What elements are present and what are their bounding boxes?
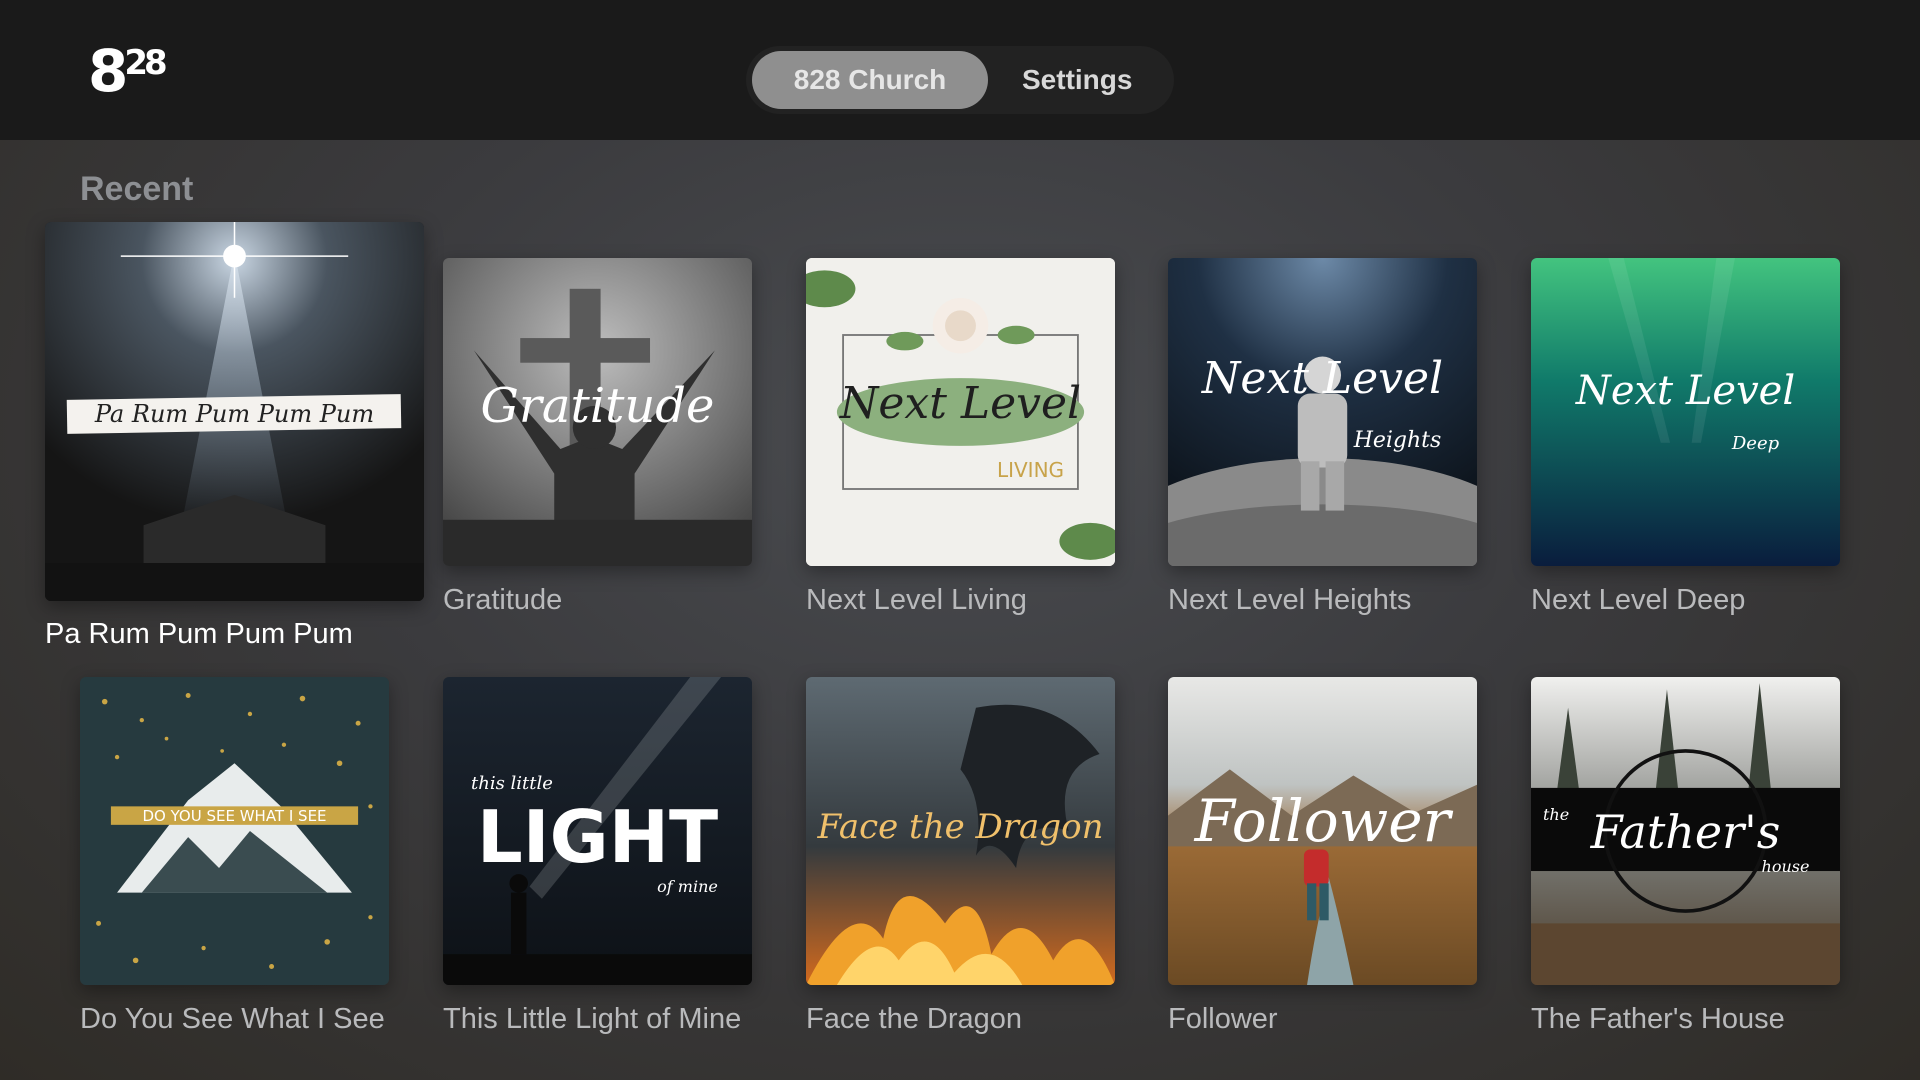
church-logo: 8 28 bbox=[88, 37, 168, 105]
series-artwork: Pa Rum Pum Pum Pum bbox=[45, 222, 424, 601]
series-artwork: the Father's house bbox=[1531, 677, 1840, 985]
series-title: Face the Dragon bbox=[806, 1003, 1023, 1035]
series-artwork: this little LIGHT of mine bbox=[443, 677, 752, 985]
artwork-subtitle: Deep bbox=[1731, 433, 1780, 454]
logo-sup: 28 bbox=[124, 43, 167, 83]
artwork-subtitle: of mine bbox=[657, 877, 718, 896]
series-artwork: Face the Dragon bbox=[806, 677, 1115, 985]
artwork-title: Next Level bbox=[1201, 353, 1444, 404]
series-title: Follower bbox=[1168, 1003, 1278, 1035]
series-title: This Little Light of Mine bbox=[443, 1003, 742, 1035]
artwork-title: LIGHT bbox=[476, 795, 719, 879]
artwork-title: Face the Dragon bbox=[817, 807, 1104, 847]
artwork-subtitle: house bbox=[1761, 857, 1810, 876]
artwork-pretitle: this little bbox=[471, 773, 553, 794]
logo-main: 8 bbox=[88, 37, 128, 105]
series-title: Pa Rum Pum Pum Pum bbox=[45, 618, 353, 650]
artwork-title: Follower bbox=[1194, 787, 1451, 855]
artwork-title: Next Level bbox=[1575, 368, 1796, 414]
artwork-title: DO YOU SEE WHAT I SEE bbox=[142, 807, 327, 825]
series-title: Next Level Deep bbox=[1531, 584, 1746, 616]
top-bar: 8 28 828 Church Settings bbox=[0, 0, 1920, 140]
series-artwork: DO YOU SEE WHAT I SEE bbox=[80, 677, 389, 985]
series-title: The Father's House bbox=[1531, 1003, 1785, 1035]
series-artwork: Next Level Deep bbox=[1531, 258, 1840, 566]
series-title: Do You See What I See bbox=[80, 1003, 385, 1035]
series-title: Gratitude bbox=[443, 584, 563, 616]
artwork-subtitle: Heights bbox=[1353, 428, 1442, 453]
artwork-title: Next Level bbox=[839, 378, 1082, 429]
tab-828-church[interactable]: 828 Church bbox=[752, 51, 988, 109]
snowy-mountain-art bbox=[80, 677, 389, 985]
astronaut-moon-art bbox=[1168, 258, 1477, 566]
series-artwork: Gratitude bbox=[443, 258, 752, 566]
series-title: Next Level Heights bbox=[1168, 584, 1412, 616]
series-artwork: Follower bbox=[1168, 677, 1477, 985]
artwork-title: Father's bbox=[1590, 805, 1781, 859]
tab-settings[interactable]: Settings bbox=[988, 51, 1166, 109]
artwork-title: Gratitude bbox=[480, 378, 715, 434]
series-artwork: Next Level Heights bbox=[1168, 258, 1477, 566]
series-title: Next Level Living bbox=[806, 584, 1027, 616]
artwork-title: Pa Rum Pum Pum Pum bbox=[94, 400, 375, 428]
artwork-subtitle: LIVING bbox=[996, 458, 1065, 482]
series-artwork: Next Level LIVING bbox=[806, 258, 1115, 566]
tab-bar: 828 Church Settings bbox=[746, 46, 1174, 114]
section-title-recent: Recent bbox=[80, 170, 194, 208]
